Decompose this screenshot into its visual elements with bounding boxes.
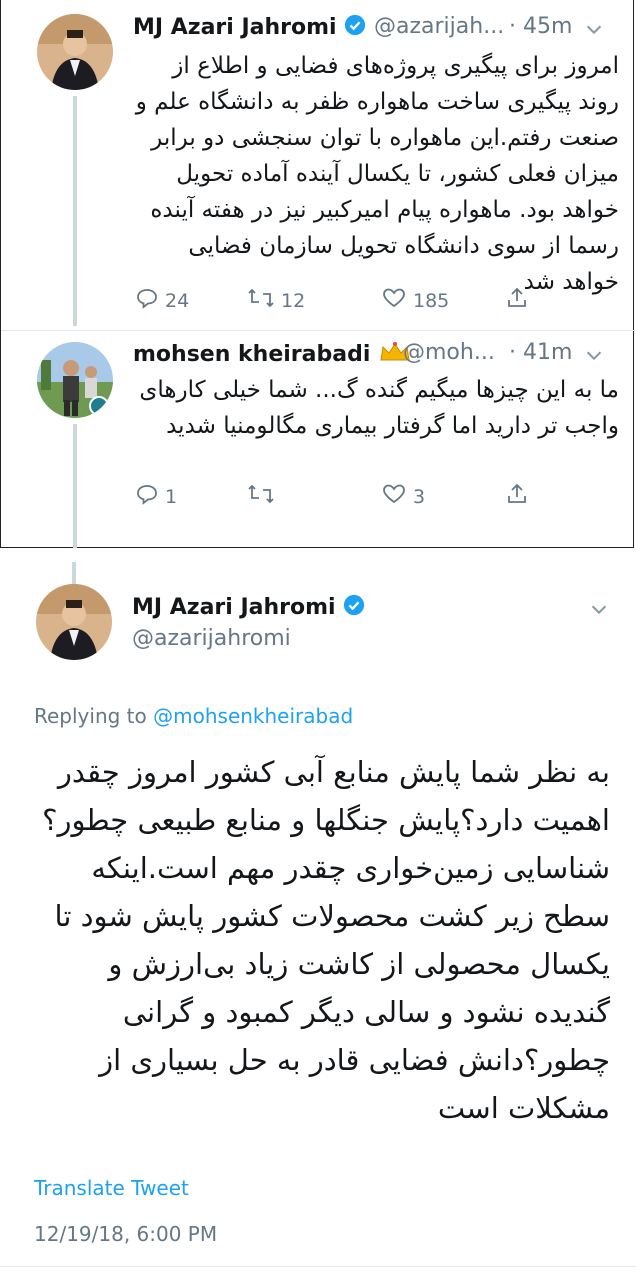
author-handle[interactable]: @moh...: [403, 340, 495, 365]
like-count: 185: [413, 289, 450, 312]
chevron-down-icon[interactable]: [583, 344, 605, 366]
thread-line: [73, 424, 77, 548]
mention-link[interactable]: @mohsenkheirabad: [153, 704, 353, 728]
retweet-icon: [247, 286, 281, 315]
tweet-timestamp[interactable]: 12/19/18, 6:00 PM: [34, 1222, 217, 1246]
author-name[interactable]: mohsen kheirabadi: [133, 340, 412, 370]
like-button[interactable]: 185: [381, 286, 449, 315]
retweet-button[interactable]: 12: [247, 286, 305, 315]
verified-icon: [344, 14, 366, 42]
tweet-text: ما به این چیزها میگیم گنده گ... شما خیلی…: [139, 377, 619, 439]
reply-icon: [135, 286, 165, 315]
reply-count: 24: [165, 289, 190, 312]
divider: [1, 330, 636, 331]
author-handle[interactable]: @azarijahromi: [132, 626, 291, 651]
verified-icon: [343, 594, 365, 622]
translate-tweet-link[interactable]: Translate Tweet: [34, 1176, 189, 1200]
share-button[interactable]: [505, 286, 535, 315]
tweet-time[interactable]: · 41m: [509, 340, 572, 365]
share-button[interactable]: [505, 482, 535, 511]
retweet-button[interactable]: [247, 482, 281, 511]
like-count: 3: [413, 485, 426, 508]
like-icon: [381, 482, 413, 511]
reply-button[interactable]: 1: [135, 482, 177, 511]
chevron-down-icon[interactable]: [583, 18, 605, 40]
reply-icon: [135, 482, 165, 511]
avatar[interactable]: [37, 14, 113, 90]
tweet-text: به نظر شما پایش منابع آبی کشور امروز چقد…: [42, 755, 610, 1125]
replying-to: Replying to @mohsenkheirabad: [34, 704, 354, 728]
like-icon: [381, 286, 413, 315]
avatar[interactable]: [36, 584, 112, 660]
author-name[interactable]: MJ Azari Jahromi: [133, 14, 366, 42]
thread-line: [73, 96, 77, 326]
thread-line: [72, 562, 76, 584]
divider: [0, 1266, 636, 1267]
reply-button[interactable]: 24: [135, 286, 189, 315]
retweet-icon: [247, 482, 281, 511]
share-icon: [505, 482, 535, 511]
author-handle[interactable]: @azarijah...: [374, 14, 504, 39]
share-icon: [505, 286, 535, 315]
tweet-time[interactable]: · 45m: [509, 14, 572, 39]
tweet-text: امروز برای پیگیری پروژه‌های فضایی و اطلا…: [135, 53, 619, 295]
author-name[interactable]: MJ Azari Jahromi: [132, 594, 365, 622]
retweet-count: 12: [281, 289, 306, 312]
avatar[interactable]: [37, 342, 113, 418]
thread-panel: MJ Azari Jahromi @azarijah... · 45m امرو…: [0, 0, 636, 548]
like-button[interactable]: 3: [381, 482, 425, 511]
reply-count: 1: [165, 485, 178, 508]
chevron-down-icon[interactable]: [588, 598, 610, 620]
